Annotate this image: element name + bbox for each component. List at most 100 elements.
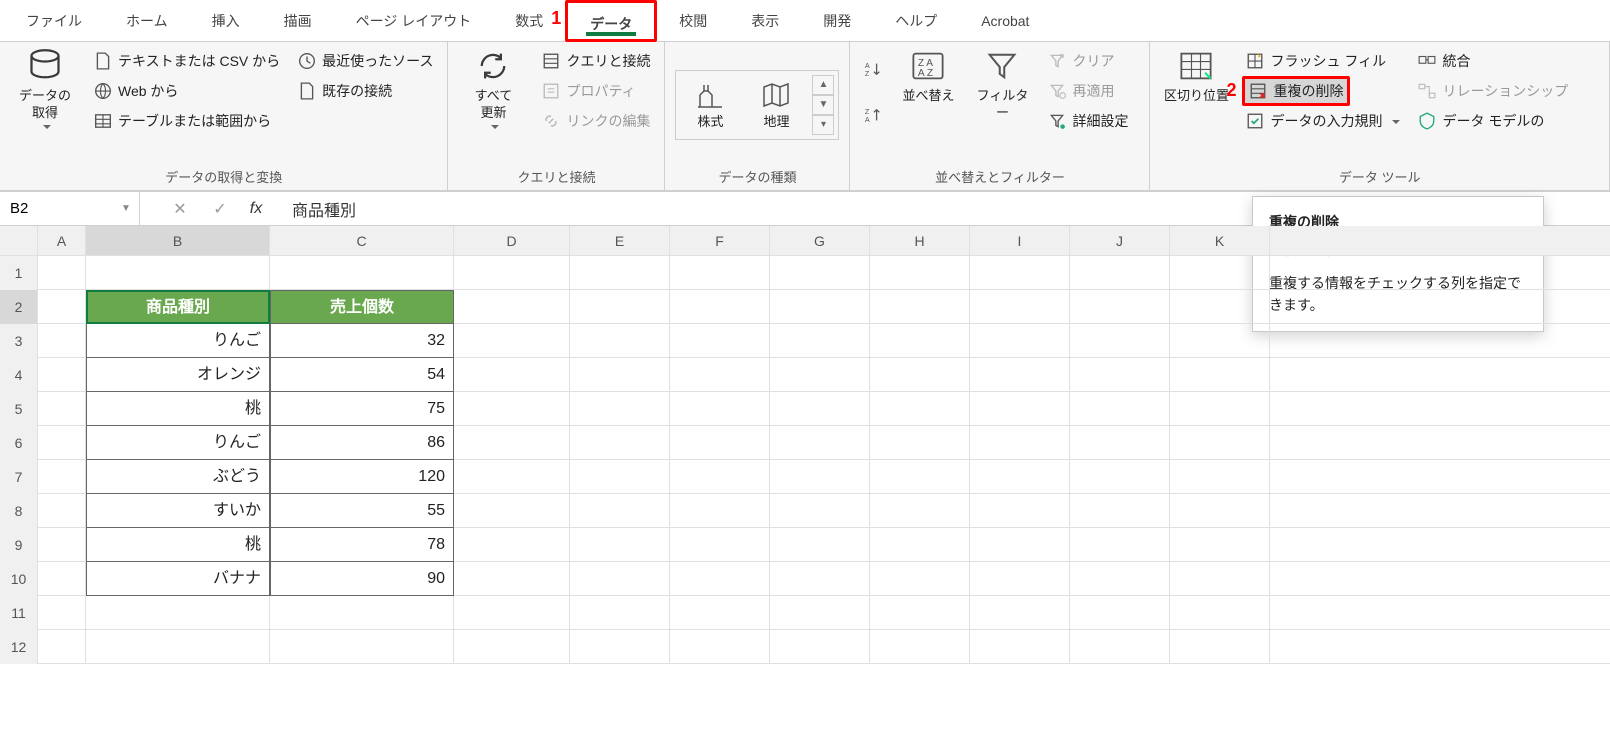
cell[interactable]: [670, 324, 770, 358]
select-all-triangle[interactable]: [0, 226, 38, 255]
cell[interactable]: [454, 290, 570, 324]
cell[interactable]: [570, 324, 670, 358]
cell[interactable]: [1070, 630, 1170, 664]
filter-button[interactable]: フィルター: [970, 46, 1034, 122]
get-data-button[interactable]: データの 取得: [10, 46, 80, 130]
cell[interactable]: [770, 290, 870, 324]
cell[interactable]: ぶどう: [86, 460, 270, 494]
cell[interactable]: [770, 528, 870, 562]
name-box[interactable]: ▼: [0, 192, 140, 226]
cell[interactable]: [1170, 528, 1270, 562]
cell[interactable]: [970, 494, 1070, 528]
cell[interactable]: [570, 290, 670, 324]
row-header[interactable]: 6: [0, 426, 38, 460]
cell[interactable]: [270, 596, 454, 630]
data-model-button[interactable]: データ モデルの: [1414, 106, 1572, 136]
cell[interactable]: りんご: [86, 426, 270, 460]
sort-asc-button[interactable]: AZ: [860, 48, 886, 90]
cell[interactable]: [670, 562, 770, 596]
cell[interactable]: [970, 256, 1070, 290]
cell[interactable]: [38, 562, 86, 596]
cell[interactable]: [770, 358, 870, 392]
cell[interactable]: [570, 426, 670, 460]
name-box-dropdown[interactable]: ▼: [117, 200, 135, 218]
cell[interactable]: [1170, 426, 1270, 460]
cell[interactable]: [38, 630, 86, 664]
geography-type-button[interactable]: 地理: [746, 79, 806, 130]
tab-developer[interactable]: 開発: [801, 0, 873, 42]
cell[interactable]: [770, 460, 870, 494]
cell[interactable]: [1070, 392, 1170, 426]
from-table-range-button[interactable]: テーブルまたは範囲から: [90, 106, 284, 136]
cell[interactable]: [870, 630, 970, 664]
recent-sources-button[interactable]: 最近使ったソース: [294, 46, 437, 76]
cell[interactable]: [1170, 256, 1270, 290]
col-header-H[interactable]: H: [870, 226, 970, 255]
cell[interactable]: 120: [270, 460, 454, 494]
gallery-up-button[interactable]: ▲: [812, 75, 834, 95]
cell[interactable]: [770, 426, 870, 460]
cell[interactable]: [970, 358, 1070, 392]
cell[interactable]: 54: [270, 358, 454, 392]
cell[interactable]: [454, 426, 570, 460]
cell[interactable]: [454, 358, 570, 392]
edit-links-button[interactable]: リンクの編集: [538, 106, 654, 136]
cell[interactable]: [1070, 324, 1170, 358]
cell[interactable]: [454, 528, 570, 562]
cell[interactable]: [770, 630, 870, 664]
cell[interactable]: [38, 426, 86, 460]
cell[interactable]: [670, 528, 770, 562]
cell[interactable]: [1070, 358, 1170, 392]
flash-fill-button[interactable]: フラッシュ フィル: [1242, 46, 1404, 76]
cell[interactable]: [1170, 358, 1270, 392]
cell[interactable]: [454, 392, 570, 426]
cell[interactable]: [1070, 460, 1170, 494]
cell[interactable]: 32: [270, 324, 454, 358]
col-header-F[interactable]: F: [670, 226, 770, 255]
cell[interactable]: [454, 630, 570, 664]
cell[interactable]: [38, 358, 86, 392]
tab-home[interactable]: ホーム: [104, 0, 190, 42]
from-web-button[interactable]: Web から: [90, 76, 284, 106]
clear-filter-button[interactable]: クリア: [1044, 46, 1132, 76]
cell[interactable]: [970, 528, 1070, 562]
gallery-more-button[interactable]: ▾: [812, 115, 834, 135]
cell[interactable]: [270, 630, 454, 664]
cell[interactable]: [454, 460, 570, 494]
cell[interactable]: [1070, 562, 1170, 596]
cell[interactable]: [454, 494, 570, 528]
col-header-K[interactable]: K: [1170, 226, 1270, 255]
sort-button[interactable]: Z AA Z 並べ替え: [896, 46, 960, 105]
cell[interactable]: [570, 630, 670, 664]
cell[interactable]: [670, 630, 770, 664]
cell[interactable]: [770, 324, 870, 358]
gallery-down-button[interactable]: ▼: [812, 95, 834, 115]
cell[interactable]: りんご: [86, 324, 270, 358]
cell[interactable]: [770, 256, 870, 290]
row-header[interactable]: 2: [0, 290, 38, 324]
cell[interactable]: [870, 494, 970, 528]
stocks-type-button[interactable]: 株式: [680, 79, 740, 130]
cell[interactable]: [570, 256, 670, 290]
row-header[interactable]: 12: [0, 630, 38, 664]
properties-button[interactable]: プロパティ: [538, 76, 654, 106]
row-header[interactable]: 10: [0, 562, 38, 596]
cell[interactable]: [770, 596, 870, 630]
cell[interactable]: [670, 256, 770, 290]
cell[interactable]: [1070, 494, 1170, 528]
cell[interactable]: [870, 290, 970, 324]
cell[interactable]: [970, 392, 1070, 426]
refresh-all-button[interactable]: すべて 更新: [458, 46, 528, 130]
cell[interactable]: [570, 494, 670, 528]
consolidate-button[interactable]: 統合: [1414, 46, 1572, 76]
queries-connections-button[interactable]: クエリと接続: [538, 46, 654, 76]
cell[interactable]: [670, 426, 770, 460]
cell[interactable]: [38, 290, 86, 324]
tab-review[interactable]: 校閲: [657, 0, 729, 42]
row-header[interactable]: 5: [0, 392, 38, 426]
col-header-J[interactable]: J: [1070, 226, 1170, 255]
cell[interactable]: 78: [270, 528, 454, 562]
sort-desc-button[interactable]: ZA: [860, 94, 886, 136]
cell[interactable]: 商品種別: [86, 290, 270, 324]
relationships-button[interactable]: リレーションシップ: [1414, 76, 1572, 106]
